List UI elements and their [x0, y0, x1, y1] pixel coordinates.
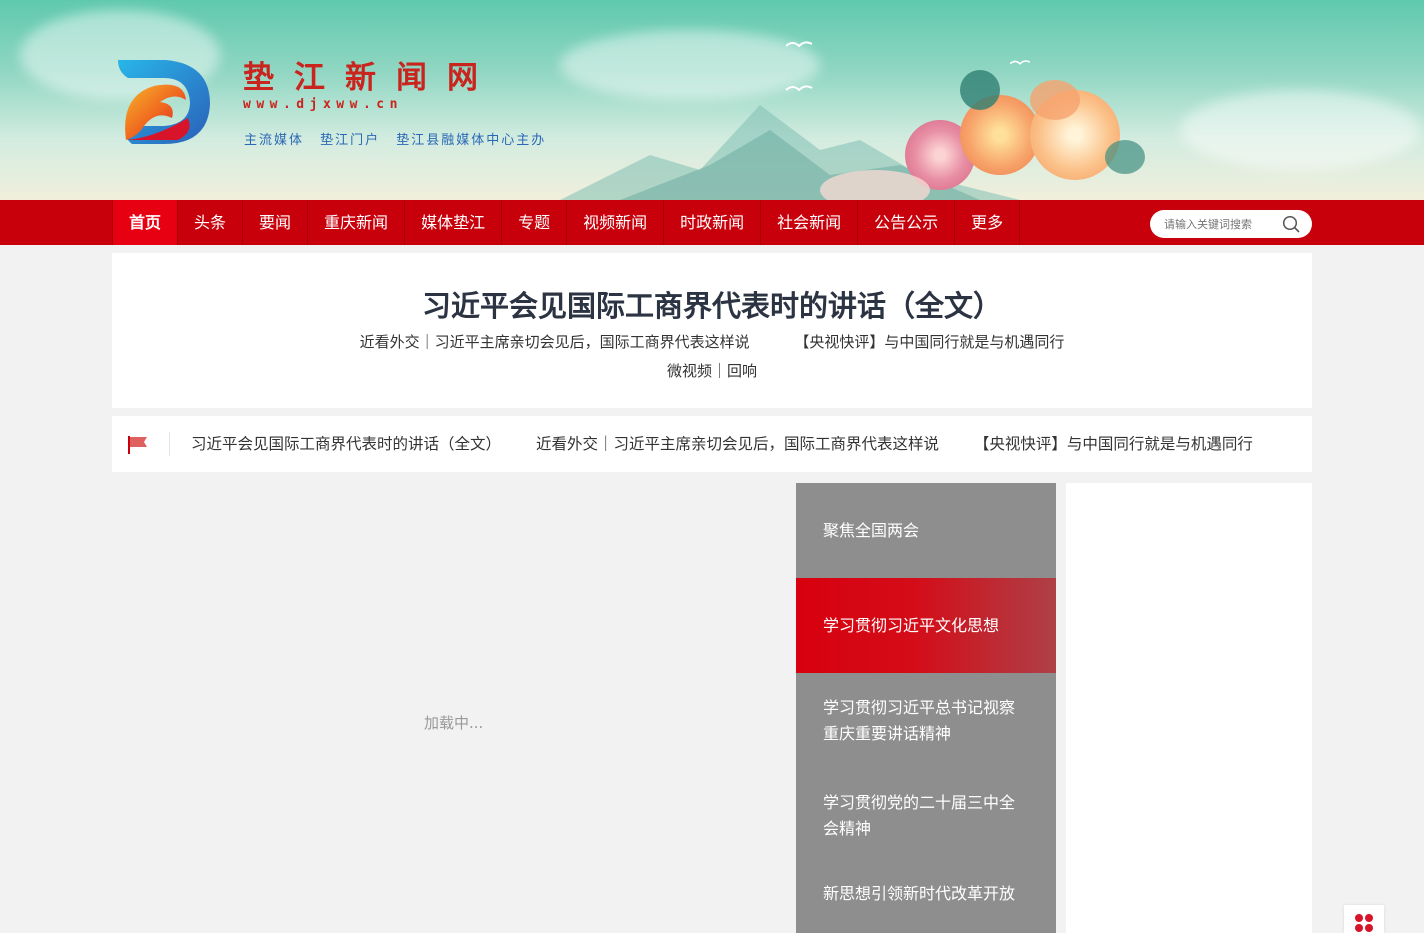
- headline-related-link[interactable]: 【央视快评】与中国同行就是与机遇同行: [794, 333, 1064, 351]
- nav-item[interactable]: 首页: [112, 200, 179, 245]
- ticker-item[interactable]: 【央视快评】与中国同行就是与机遇同行: [974, 435, 1253, 453]
- headline-card: 习近平会见国际工商界代表时的讲话（全文） 近看外交｜习近平主席亲切会见后，国际工…: [112, 253, 1312, 408]
- cloud-decoration: [560, 30, 820, 100]
- search-icon[interactable]: [1282, 215, 1300, 233]
- search-input[interactable]: [1164, 217, 1276, 231]
- site-url: www.djxww.cn: [243, 97, 403, 112]
- main-nav: 首页 头条 要闻 重庆新闻 媒体垫江 专题 视频新闻 时政新闻 社会新闻 公告公示 更多: [0, 200, 1424, 245]
- loading-text: 加载中...: [424, 714, 484, 732]
- cloud-decoration: [1180, 90, 1420, 170]
- header-banner: 垫江新闻网 www.djxww.cn 主流媒体 垫江门户 垫江县融媒体中心主办: [0, 0, 1424, 200]
- nav-item[interactable]: 媒体垫江: [405, 200, 503, 245]
- grid-icon: [1355, 914, 1373, 932]
- floating-menu-button[interactable]: [1344, 905, 1384, 933]
- nav-item[interactable]: 时政新闻: [664, 200, 762, 245]
- nav-item[interactable]: 公告公示: [858, 200, 956, 245]
- search-box[interactable]: [1150, 210, 1312, 238]
- site-logo[interactable]: [114, 56, 214, 148]
- nav-item[interactable]: 重庆新闻: [308, 200, 406, 245]
- topic-item[interactable]: 学习贯彻习近平总书记视察重庆重要讲话精神: [796, 673, 1056, 768]
- headline-related-link[interactable]: 近看外交｜习近平主席亲切会见后，国际工商界代表这样说: [360, 333, 750, 351]
- image-slider[interactable]: 加载中...: [112, 483, 796, 933]
- topic-list: 聚焦全国两会 学习贯彻习近平文化思想 学习贯彻习近平总书记视察重庆重要讲话精神 学习贯…: [796, 483, 1056, 933]
- nav-item[interactable]: 要闻: [243, 200, 309, 245]
- right-panel: [1066, 483, 1312, 933]
- headline-extra-link[interactable]: 微视频｜回响: [112, 360, 1312, 381]
- nav-item[interactable]: 更多: [955, 200, 1021, 245]
- nav-item[interactable]: 头条: [178, 200, 244, 245]
- bird-icon: [785, 85, 813, 92]
- headline-related-links: 近看外交｜习近平主席亲切会见后，国际工商界代表这样说 【央视快评】与中国同行就是…: [112, 331, 1312, 352]
- flag-icon: [128, 436, 147, 454]
- nav-list: 首页 头条 要闻 重庆新闻 媒体垫江 专题 视频新闻 时政新闻 社会新闻 公告公示 更多: [112, 200, 1021, 245]
- ticker-item[interactable]: 习近平会见国际工商界代表时的讲话（全文）: [191, 435, 501, 453]
- ticker-divider: [169, 432, 170, 456]
- topic-item[interactable]: 学习贯彻党的二十届三中全会精神: [796, 768, 1056, 863]
- site-title: 垫江新闻网: [243, 60, 498, 96]
- ticker-items: 习近平会见国际工商界代表时的讲话（全文） 近看外交｜习近平主席亲切会见后，国际工…: [191, 416, 1283, 472]
- topic-item[interactable]: 聚焦全国两会: [796, 483, 1056, 578]
- bird-icon: [1010, 60, 1030, 65]
- headline-title[interactable]: 习近平会见国际工商界代表时的讲话（全文）: [112, 283, 1312, 325]
- leaf-decoration: [1105, 140, 1145, 174]
- leaf-decoration: [960, 70, 1000, 110]
- site-slogan: 主流媒体 垫江门户 垫江县融媒体中心主办: [244, 133, 547, 148]
- news-ticker: 习近平会见国际工商界代表时的讲话（全文） 近看外交｜习近平主席亲切会见后，国际工…: [112, 416, 1312, 472]
- topic-item[interactable]: 学习贯彻习近平文化思想: [796, 578, 1056, 673]
- topic-item[interactable]: 新思想引领新时代改革开放: [796, 863, 1056, 933]
- nav-item[interactable]: 社会新闻: [761, 200, 859, 245]
- bird-icon: [786, 41, 812, 48]
- ticker-item[interactable]: 近看外交｜习近平主席亲切会见后，国际工商界代表这样说: [536, 435, 939, 453]
- flower-decoration: [1030, 80, 1080, 120]
- nav-item[interactable]: 专题: [502, 200, 568, 245]
- nav-item[interactable]: 视频新闻: [567, 200, 665, 245]
